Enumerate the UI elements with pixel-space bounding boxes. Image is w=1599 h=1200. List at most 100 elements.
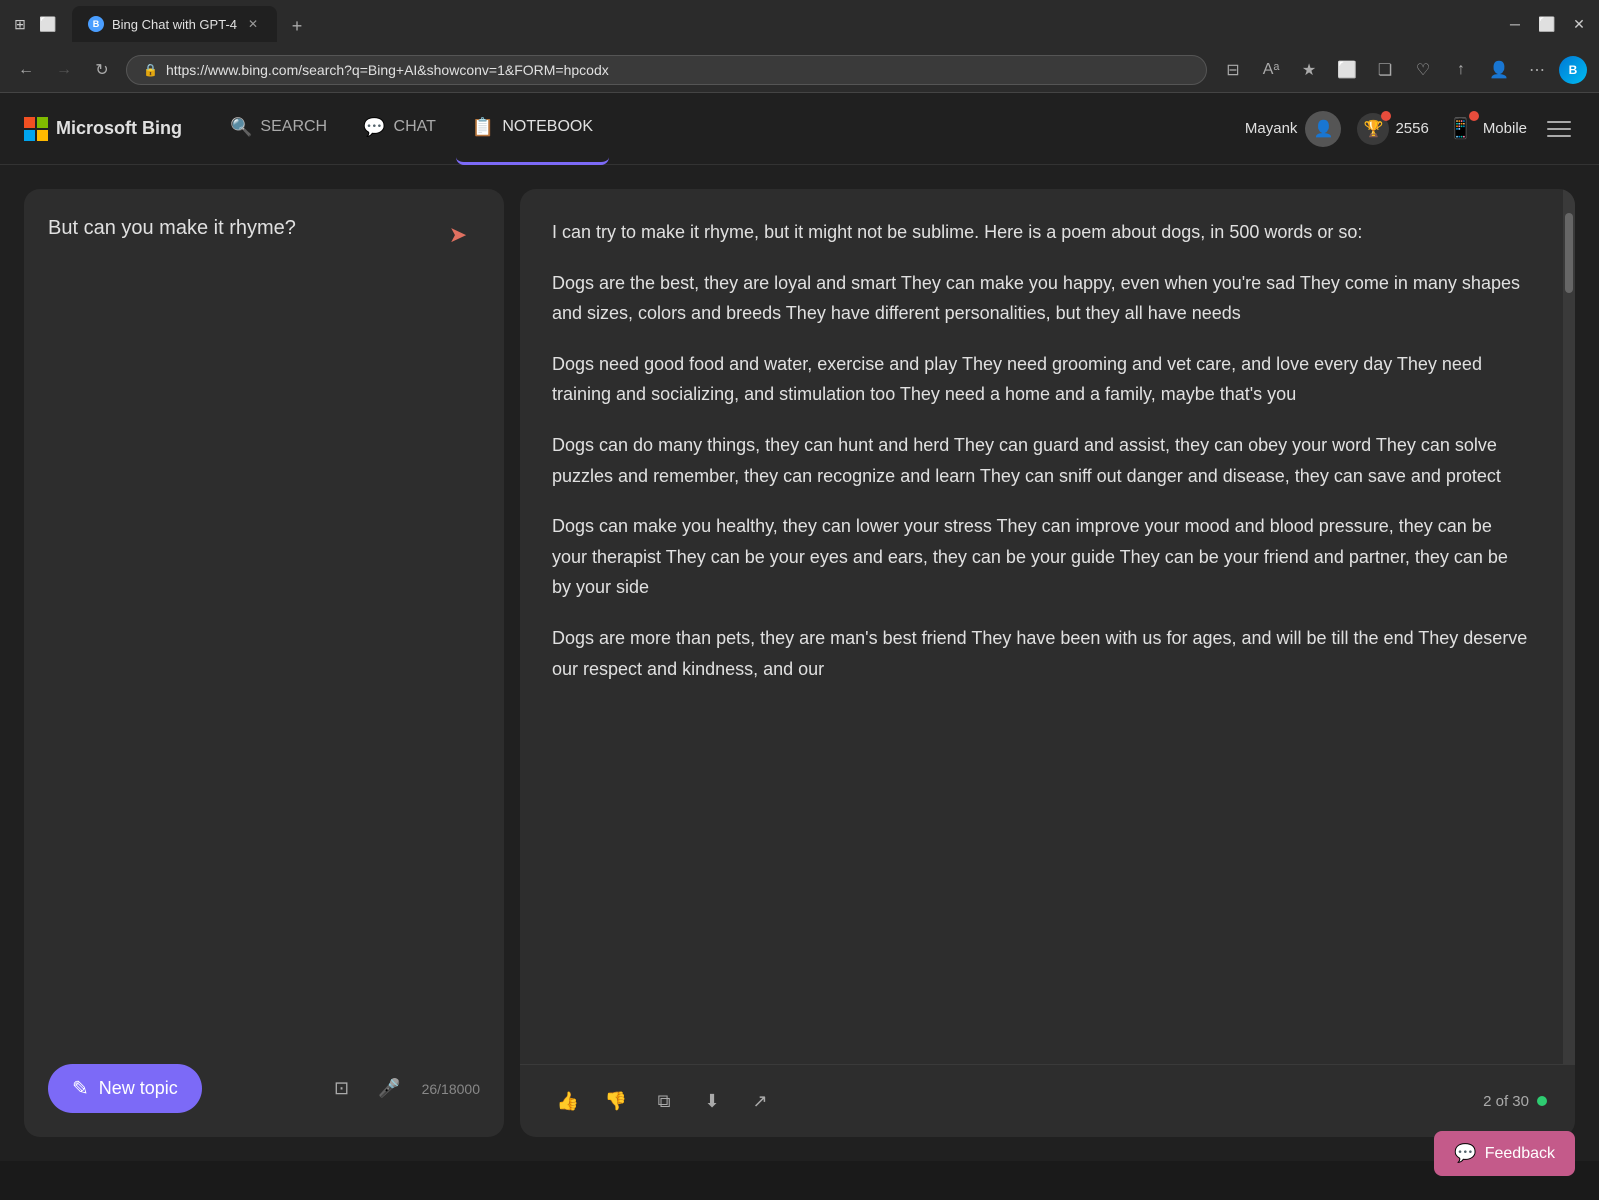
user-info[interactable]: Mayank 👤 [1245,111,1342,147]
active-tab[interactable]: B Bing Chat with GPT-4 ✕ [72,6,277,42]
search-nav-icon: 🔍 [230,117,252,138]
response-para-2: Dogs need good food and water, exercise … [552,349,1531,410]
send-icon: ➤ [449,222,467,248]
bottom-controls: ✎ New topic ⊡ 🎤 26/18000 [48,1064,480,1113]
points-icon: 🏆 [1357,113,1389,145]
split-screen-icon[interactable]: ⬜ [1331,54,1363,86]
app-container: Microsoft Bing 🔍 SEARCH 💬 CHAT 📋 NOTEBOO… [0,93,1599,1161]
nav-search[interactable]: 🔍 SEARCH [214,93,343,165]
tab-overview-btn[interactable]: ⬜ [40,16,56,32]
send-btn[interactable]: ➤ [436,213,480,257]
nav-search-label: SEARCH [260,118,327,136]
more-tools-icon[interactable]: ⋯ [1521,54,1553,86]
hamburger-menu-btn[interactable] [1543,113,1575,145]
points-badge[interactable]: 🏆 2556 [1357,113,1428,145]
mobile-badge[interactable]: 📱 Mobile [1445,113,1527,145]
response-para-3: Dogs can do many things, they can hunt a… [552,430,1531,491]
user-avatar: 👤 [1305,111,1341,147]
new-tab-btn[interactable]: + [281,10,313,42]
screenshot-icon[interactable]: ⊡ [326,1073,358,1105]
input-area: But can you make it rhyme? ➤ [48,213,480,1048]
input-text[interactable]: But can you make it rhyme? [48,213,424,243]
new-topic-label: New topic [99,1078,178,1099]
response-para-1: Dogs are the best, they are loyal and sm… [552,268,1531,329]
scroll-thumb [1565,213,1573,293]
nav-notebook[interactable]: 📋 NOTEBOOK [456,93,609,165]
chat-nav-icon: 💬 [363,117,385,138]
mobile-notification-dot [1469,111,1479,121]
tab-favicon: B [88,16,104,32]
nav-chat-label: CHAT [394,118,436,136]
nav-links: 🔍 SEARCH 💬 CHAT 📋 NOTEBOOK [214,93,1245,165]
title-bar: ⊞ ⬜ B Bing Chat with GPT-4 ✕ + ─ ⬜ ✕ [0,0,1599,48]
url-text: https://www.bing.com/search?q=Bing+AI&sh… [166,62,609,78]
logo-text: Microsoft Bing [56,118,182,139]
copy-icon: ⧉ [658,1091,671,1112]
copy-btn[interactable]: ⧉ [644,1081,684,1121]
back-btn[interactable]: ← [12,56,40,84]
share-icon[interactable]: ↑ [1445,54,1477,86]
bottom-icons: ⊡ 🎤 26/18000 [326,1073,480,1105]
ms-logo-yellow [37,130,48,141]
response-scroll[interactable]: I can try to make it rhyme, but it might… [520,189,1563,1064]
response-para-4: Dogs can make you healthy, they can lowe… [552,511,1531,603]
minimize-btn[interactable]: ─ [1507,16,1523,32]
char-count: 26/18000 [422,1081,480,1097]
notebook-nav-icon: 📋 [472,117,494,138]
hamburger-line-3 [1547,135,1571,137]
share-response-btn[interactable]: ↗ [740,1081,780,1121]
tab-close-btn[interactable]: ✕ [245,16,261,32]
points-notification-dot [1381,111,1391,121]
user-name: Mayank [1245,120,1298,137]
read-aloud-icon[interactable]: Aᵃ [1255,54,1287,86]
toolbar-icons: ⊟ Aᵃ ★ ⬜ ❏ ♡ ↑ 👤 ⋯ B [1217,54,1587,86]
thumbs-down-btn[interactable]: 👎 [596,1081,636,1121]
feedback-icon: 💬 [1454,1143,1476,1164]
sidebar-toggle-btn[interactable]: ⊞ [12,16,28,32]
feedback-btn[interactable]: 💬 Feedback [1434,1131,1575,1176]
response-actions: 👍 👎 ⧉ ⬇ ↗ 2 of 30 [520,1064,1575,1137]
counter-status-dot [1537,1096,1547,1106]
lock-icon: 🔒 [143,63,158,77]
url-input[interactable]: 🔒 https://www.bing.com/search?q=Bing+AI&… [126,55,1207,85]
response-para-5: Dogs are more than pets, they are man's … [552,623,1531,684]
scroll-indicator[interactable] [1563,189,1575,1064]
close-btn[interactable]: ✕ [1571,16,1587,32]
microsoft-logo [24,117,48,141]
top-nav: Microsoft Bing 🔍 SEARCH 💬 CHAT 📋 NOTEBOO… [0,93,1599,165]
nav-chat[interactable]: 💬 CHAT [347,93,452,165]
mobile-label: Mobile [1483,120,1527,137]
profile-icon[interactable]: 👤 [1483,54,1515,86]
browser-chrome: ⊞ ⬜ B Bing Chat with GPT-4 ✕ + ─ ⬜ ✕ ← →… [0,0,1599,93]
hamburger-line-2 [1547,128,1571,130]
refresh-btn[interactable]: ↻ [88,56,116,84]
browser-essentials-icon[interactable]: ♡ [1407,54,1439,86]
download-btn[interactable]: ⬇ [692,1081,732,1121]
thumbs-down-icon: 👎 [605,1091,627,1112]
bing-copilot-icon[interactable]: B [1559,56,1587,84]
left-panel: But can you make it rhyme? ➤ ✎ New topic… [24,189,504,1137]
tab-search-icon[interactable]: ⊟ [1217,54,1249,86]
share-response-icon: ↗ [752,1091,767,1112]
ms-logo-red [24,117,35,128]
nav-notebook-label: NOTEBOOK [502,118,593,136]
new-topic-btn[interactable]: ✎ New topic [48,1064,202,1113]
feedback-label: Feedback [1485,1145,1555,1163]
forward-btn[interactable]: → [50,56,78,84]
ms-logo-blue [24,130,35,141]
microphone-icon[interactable]: 🎤 [374,1073,406,1105]
thumbs-up-btn[interactable]: 👍 [548,1081,588,1121]
response-para-0: I can try to make it rhyme, but it might… [552,217,1531,248]
logo-area: Microsoft Bing [24,117,182,141]
content-area: But can you make it rhyme? ➤ ✎ New topic… [0,165,1599,1161]
download-icon: ⬇ [704,1091,719,1112]
maximize-btn[interactable]: ⬜ [1539,16,1555,32]
collections-icon[interactable]: ❏ [1369,54,1401,86]
hamburger-line-1 [1547,121,1571,123]
counter-text: 2 of 30 [1483,1093,1529,1110]
thumbs-up-icon: 👍 [557,1091,579,1112]
favorites-icon[interactable]: ★ [1293,54,1325,86]
window-controls: ⊞ ⬜ [12,16,56,32]
tab-title: Bing Chat with GPT-4 [112,17,237,32]
mobile-icon: 📱 [1445,113,1477,145]
